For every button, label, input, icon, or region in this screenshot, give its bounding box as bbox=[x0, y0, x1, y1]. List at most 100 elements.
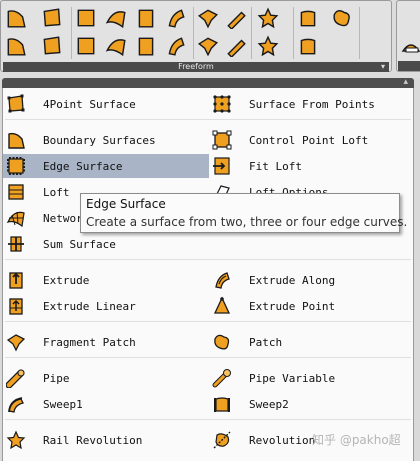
control-point-loft-icon bbox=[212, 130, 232, 150]
menu-item-label: Pipe bbox=[43, 371, 70, 385]
menu-item-control-point-loft[interactable]: Control Point Loft bbox=[209, 128, 413, 152]
menu-separator bbox=[5, 321, 411, 322]
menu-item-surface-from-points[interactable]: Surface From Points bbox=[209, 92, 413, 116]
toolbar-separator bbox=[193, 7, 194, 59]
next-panel-label bbox=[398, 61, 420, 71]
menu-item-label: Fit Loft bbox=[249, 159, 302, 173]
menu-separator bbox=[5, 259, 411, 260]
network-icon[interactable] bbox=[135, 7, 157, 29]
menu-item-extrude-linear[interactable]: Extrude Linear bbox=[3, 294, 209, 318]
extrude-point-icon bbox=[213, 296, 231, 314]
menu-item-label: Patch bbox=[249, 335, 283, 349]
pipe-icon[interactable] bbox=[257, 7, 279, 29]
extrude-along-icon[interactable] bbox=[197, 7, 219, 29]
surface-from-points-icon[interactable] bbox=[331, 7, 353, 29]
extrude-linear-icon bbox=[9, 298, 23, 315]
menu-item-label: Extrude bbox=[43, 273, 90, 287]
menu-item-label: Boundary Surfaces bbox=[43, 133, 156, 147]
collapse-caret-icon[interactable]: ▴ bbox=[403, 77, 408, 87]
menu-item-label: Sweep1 bbox=[43, 397, 83, 411]
menu-item-extrude-point[interactable]: Extrude Point bbox=[209, 294, 413, 318]
component-toolbar: Freeform ▾ bbox=[0, 0, 420, 78]
fragment-patch-icon bbox=[6, 334, 26, 352]
loft-icon[interactable] bbox=[105, 35, 127, 57]
toolbar-separator bbox=[71, 7, 72, 59]
menu-item-label: 4Point Surface bbox=[43, 97, 136, 111]
menu-item-patch[interactable]: Patch bbox=[209, 330, 413, 354]
menu-item-label: Edge Surface bbox=[43, 159, 123, 173]
edge-surface-icon[interactable] bbox=[75, 7, 97, 29]
menu-item-sweep1[interactable]: Sweep1 bbox=[3, 392, 209, 416]
menu-separator bbox=[5, 357, 411, 358]
freeform-panel: Freeform ▾ bbox=[0, 0, 392, 72]
revolution-icon[interactable] bbox=[297, 35, 319, 57]
menu-item-sum-surface[interactable]: Sum Surface bbox=[3, 232, 209, 256]
control-point-loft-icon[interactable] bbox=[41, 35, 63, 57]
fit-loft-icon[interactable] bbox=[105, 7, 127, 29]
patch-icon[interactable] bbox=[197, 35, 219, 57]
edge-surface-icon bbox=[7, 157, 25, 175]
extrude-along-icon bbox=[215, 272, 230, 289]
boundary-icon[interactable] bbox=[41, 7, 63, 29]
menu-item-label: Loft bbox=[43, 185, 70, 199]
menu-separator bbox=[5, 419, 411, 420]
toolbar-separator bbox=[359, 7, 360, 59]
freeform-dropdown-menu: 4Point Surface Surface From Points Bound… bbox=[2, 88, 414, 461]
revolution-icon bbox=[213, 431, 231, 449]
menu-item-label: Extrude Point bbox=[249, 299, 336, 313]
menu-item-label: Sweep2 bbox=[249, 397, 289, 411]
menu-item-label: Pipe Variable bbox=[249, 371, 336, 385]
loft-options-icon[interactable] bbox=[75, 35, 97, 57]
menu-separator bbox=[5, 119, 411, 120]
menu-item-fit-loft[interactable]: Fit Loft bbox=[209, 154, 413, 178]
next-panel-icon[interactable] bbox=[400, 35, 420, 57]
menu-item-rail-revolution[interactable]: Rail Revolution bbox=[3, 428, 209, 452]
fit-loft-icon bbox=[213, 157, 230, 175]
tooltip: Edge Surface Create a surface from two, … bbox=[80, 193, 407, 233]
sweep1-icon[interactable] bbox=[225, 35, 247, 57]
patch-icon bbox=[214, 334, 230, 350]
sweep2-icon[interactable] bbox=[257, 35, 279, 57]
extrude-point-icon[interactable] bbox=[165, 35, 187, 57]
menu-item-label: Extrude Along bbox=[249, 273, 336, 287]
tooltip-description: Create a surface from two, three or four… bbox=[86, 215, 408, 229]
menu-item-pipe-variable[interactable]: Pipe Variable bbox=[209, 366, 413, 390]
sweep2-icon bbox=[214, 397, 230, 412]
extrude-linear-icon[interactable] bbox=[135, 35, 157, 57]
toolbar-separator bbox=[251, 7, 252, 59]
menu-item-label: Sum Surface bbox=[43, 237, 116, 251]
panel-label-text: Freeform bbox=[178, 62, 214, 71]
panel-label-freeform[interactable]: Freeform ▾ bbox=[3, 62, 389, 72]
4point-surface-icon[interactable] bbox=[5, 7, 27, 29]
menu-item-sweep2[interactable]: Sweep2 bbox=[209, 392, 413, 416]
menu-item-label: Rail Revolution bbox=[43, 433, 143, 447]
sum-surface-icon bbox=[8, 236, 24, 252]
menu-item-boundary-surfaces[interactable]: Boundary Surfaces bbox=[3, 128, 209, 152]
menu-item-label: Revolution bbox=[249, 433, 316, 447]
sum-surface-icon[interactable] bbox=[5, 35, 27, 57]
pipe-variable-icon bbox=[212, 369, 231, 388]
sweep1-icon bbox=[8, 397, 24, 413]
toolbar-separator bbox=[293, 7, 294, 59]
4point-surface-icon bbox=[7, 94, 25, 113]
menu-item-fragment-patch[interactable]: Fragment Patch bbox=[3, 330, 209, 354]
menu-item-label: Fragment Patch bbox=[43, 335, 136, 349]
extrude-icon[interactable] bbox=[165, 7, 187, 29]
menu-item-extrude[interactable]: Extrude bbox=[3, 268, 209, 292]
menu-item-extrude-along[interactable]: Extrude Along bbox=[209, 268, 413, 292]
surface-from-points-icon bbox=[213, 95, 231, 113]
rail-revolution-icon[interactable] bbox=[297, 7, 319, 29]
watermark: 知乎 @pakho超 bbox=[312, 433, 401, 447]
loft-icon bbox=[8, 184, 24, 200]
rail-revolution-icon bbox=[6, 430, 26, 450]
network-surface-icon bbox=[6, 211, 25, 228]
fragment-patch-icon[interactable] bbox=[225, 7, 247, 29]
pipe-icon bbox=[6, 369, 25, 388]
dropdown-header: ▴ bbox=[2, 77, 414, 88]
panel-dropdown-icon[interactable]: ▾ bbox=[381, 62, 385, 72]
menu-item-pipe[interactable]: Pipe bbox=[3, 366, 209, 390]
menu-item-label: Surface From Points bbox=[249, 97, 375, 111]
menu-item-edge-surface[interactable]: Edge Surface bbox=[3, 154, 209, 178]
menu-item-4point-surface[interactable]: 4Point Surface bbox=[3, 92, 209, 116]
boundary-surfaces-icon bbox=[8, 132, 25, 149]
